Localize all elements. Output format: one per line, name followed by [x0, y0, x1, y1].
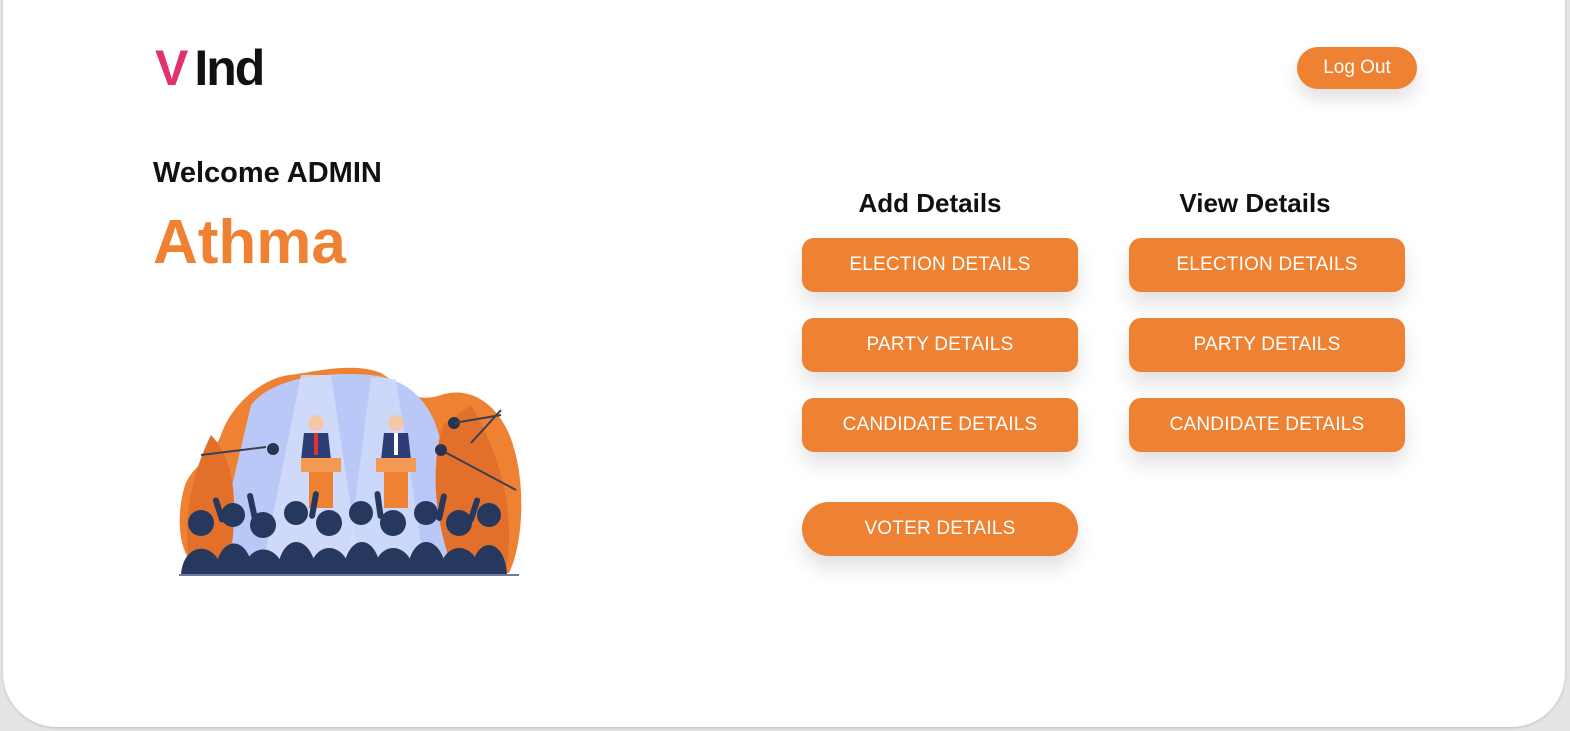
view-election-details-button[interactable]: ELECTION DETAILS	[1129, 238, 1405, 292]
election-debate-illustration	[179, 367, 522, 576]
admin-name: Athma	[153, 208, 346, 277]
logo-text: Ind	[194, 40, 265, 96]
view-details-title: View Details	[1179, 188, 1331, 218]
logout-button[interactable]: Log Out	[1297, 47, 1417, 89]
main-card: V Ind Log Out Welcome ADMIN Athma Add De…	[3, 0, 1565, 727]
add-party-details-button[interactable]: PARTY DETAILS	[802, 318, 1078, 372]
logo-v: V	[155, 40, 188, 96]
add-candidate-details-button[interactable]: CANDIDATE DETAILS	[802, 398, 1078, 452]
view-party-details-button[interactable]: PARTY DETAILS	[1129, 318, 1405, 372]
view-candidate-details-button[interactable]: CANDIDATE DETAILS	[1129, 398, 1405, 452]
app-logo[interactable]: V Ind	[155, 40, 265, 96]
add-election-details-button[interactable]: ELECTION DETAILS	[802, 238, 1078, 292]
add-details-title: Add Details	[858, 188, 1002, 218]
welcome-greeting: Welcome ADMIN	[153, 157, 382, 189]
add-voter-details-button[interactable]: VOTER DETAILS	[802, 502, 1078, 556]
